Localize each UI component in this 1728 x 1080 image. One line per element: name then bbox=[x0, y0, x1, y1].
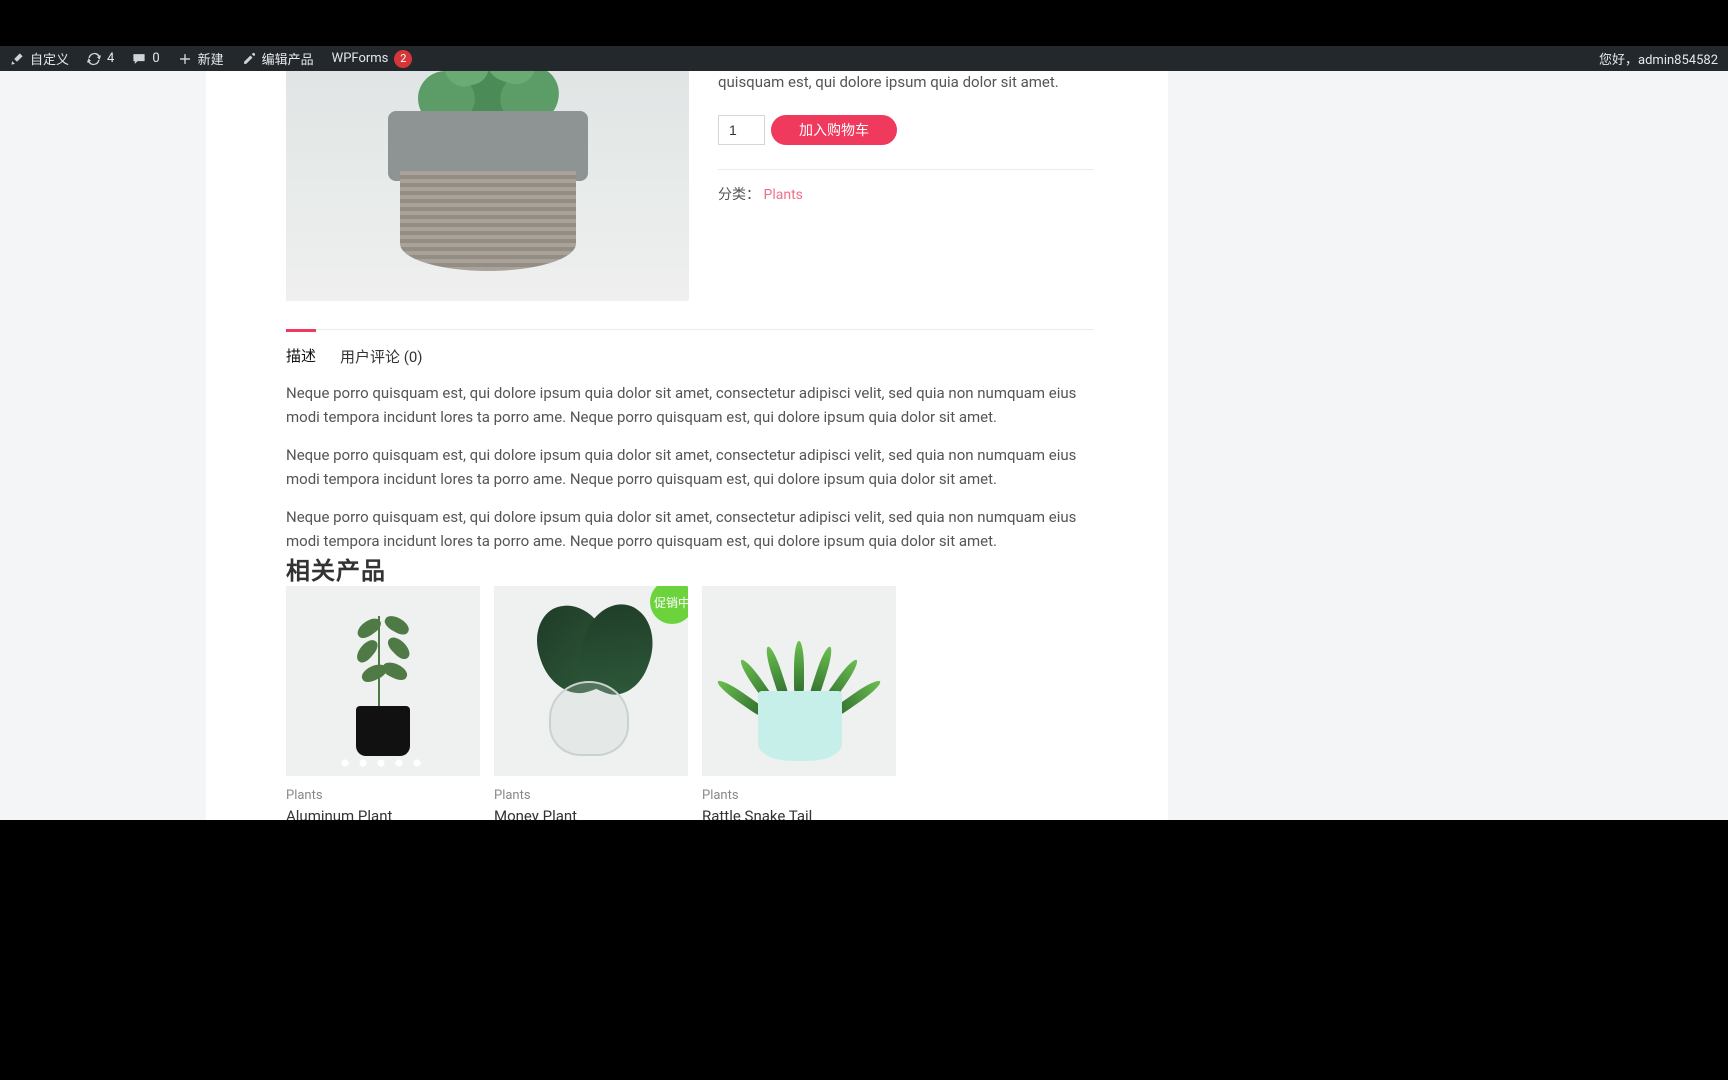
meta-category-label: 分类： bbox=[718, 187, 760, 203]
adminbar-wpforms-label: WPForms bbox=[332, 51, 389, 66]
quantity-input[interactable] bbox=[718, 115, 765, 145]
adminbar-customize-label: 自定义 bbox=[30, 49, 69, 68]
product-illustration bbox=[378, 91, 598, 281]
tab-description[interactable]: 描述 bbox=[286, 329, 316, 377]
letterbox-top bbox=[0, 0, 1728, 46]
related-heading: 相关产品 bbox=[286, 551, 386, 586]
adminbar-customize[interactable]: 自定义 bbox=[10, 49, 69, 68]
product-meta: 分类： Plants bbox=[718, 184, 1094, 204]
add-to-cart-button[interactable]: 加入购物车 bbox=[771, 115, 897, 145]
description-panel: Neque porro quisquam est, qui dolore ips… bbox=[286, 381, 1094, 567]
sale-badge: 促销中 bbox=[650, 586, 688, 624]
adminbar-edit-product[interactable]: 编辑产品 bbox=[242, 49, 314, 68]
product-short-description: quisquam est, qui dolore ipsum quia dolo… bbox=[718, 71, 1094, 93]
related-product-image[interactable] bbox=[286, 586, 480, 776]
product-tabs: 描述 用户评论 (0) bbox=[286, 329, 1094, 377]
adminbar-new[interactable]: 新建 bbox=[178, 49, 224, 68]
summary-divider bbox=[718, 169, 1094, 170]
adminbar-comments-count: 0 bbox=[152, 51, 159, 66]
adminbar-wpforms[interactable]: WPForms 2 bbox=[332, 50, 413, 68]
adminbar-new-label: 新建 bbox=[198, 49, 224, 68]
related-product-image[interactable] bbox=[702, 586, 896, 776]
adminbar-updates[interactable]: 4 bbox=[87, 51, 114, 66]
related-product-category: Plants bbox=[702, 788, 896, 803]
letterbox-bottom bbox=[0, 820, 1728, 1080]
related-products-row: Plants Aluminum Plant 促销中 Plants Money P… bbox=[286, 586, 1094, 820]
related-product-card[interactable]: Plants Aluminum Plant bbox=[286, 586, 480, 820]
adminbar-wpforms-badge: 2 bbox=[394, 50, 412, 68]
wp-admin-bar: 自定义 4 0 新建 编辑产品 WPForms 2 您好，admin854582 bbox=[0, 46, 1728, 71]
related-product-category: Plants bbox=[494, 788, 688, 803]
tab-reviews[interactable]: 用户评论 (0) bbox=[340, 330, 423, 377]
related-product-card[interactable]: 促销中 Plants Money Plant bbox=[494, 586, 688, 820]
product-main-image[interactable] bbox=[286, 71, 689, 301]
description-paragraph: Neque porro quisquam est, qui dolore ips… bbox=[286, 381, 1094, 429]
description-paragraph: Neque porro quisquam est, qui dolore ips… bbox=[286, 505, 1094, 553]
related-product-category: Plants bbox=[286, 788, 480, 803]
adminbar-greeting[interactable]: 您好，admin854582 bbox=[1599, 49, 1718, 68]
product-summary: quisquam est, qui dolore ipsum quia dolo… bbox=[718, 71, 1094, 204]
adminbar-comments[interactable]: 0 bbox=[132, 51, 159, 66]
related-product-title[interactable]: Aluminum Plant bbox=[286, 807, 480, 820]
description-paragraph: Neque porro quisquam est, qui dolore ips… bbox=[286, 443, 1094, 491]
adminbar-edit-product-label: 编辑产品 bbox=[262, 49, 314, 68]
related-product-title[interactable]: Rattle Snake Tail bbox=[702, 807, 896, 820]
related-product-title[interactable]: Money Plant bbox=[494, 807, 688, 820]
adminbar-updates-count: 4 bbox=[107, 51, 114, 66]
meta-category-link[interactable]: Plants bbox=[763, 187, 802, 203]
related-product-card[interactable]: Plants Rattle Snake Tail bbox=[702, 586, 896, 820]
product-page-card: quisquam est, qui dolore ipsum quia dolo… bbox=[206, 71, 1168, 820]
related-product-image[interactable]: 促销中 bbox=[494, 586, 688, 776]
